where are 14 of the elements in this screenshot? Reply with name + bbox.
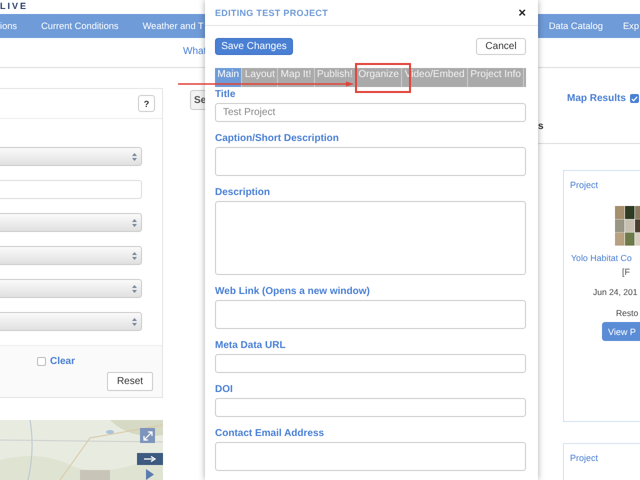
card-type: Project	[570, 453, 598, 463]
field-label: Meta Data URL	[215, 339, 287, 353]
field-label: Web Link (Opens a new window)	[215, 285, 371, 299]
field-label: Title	[215, 88, 236, 102]
field-label: Contact Email Address	[215, 427, 326, 441]
field-label: DOI	[215, 383, 234, 397]
project-tag: [F	[622, 267, 630, 277]
field-label: Caption/Short Description	[215, 132, 340, 146]
project-category: Resto	[616, 308, 638, 318]
field-label: Description	[215, 186, 272, 200]
project-date: Jun 24, 201	[593, 287, 638, 297]
card-type: Project	[570, 180, 598, 190]
dialog-title: EDITING TEST PROJECT	[215, 8, 328, 18]
heading-text: s	[538, 121, 544, 132]
